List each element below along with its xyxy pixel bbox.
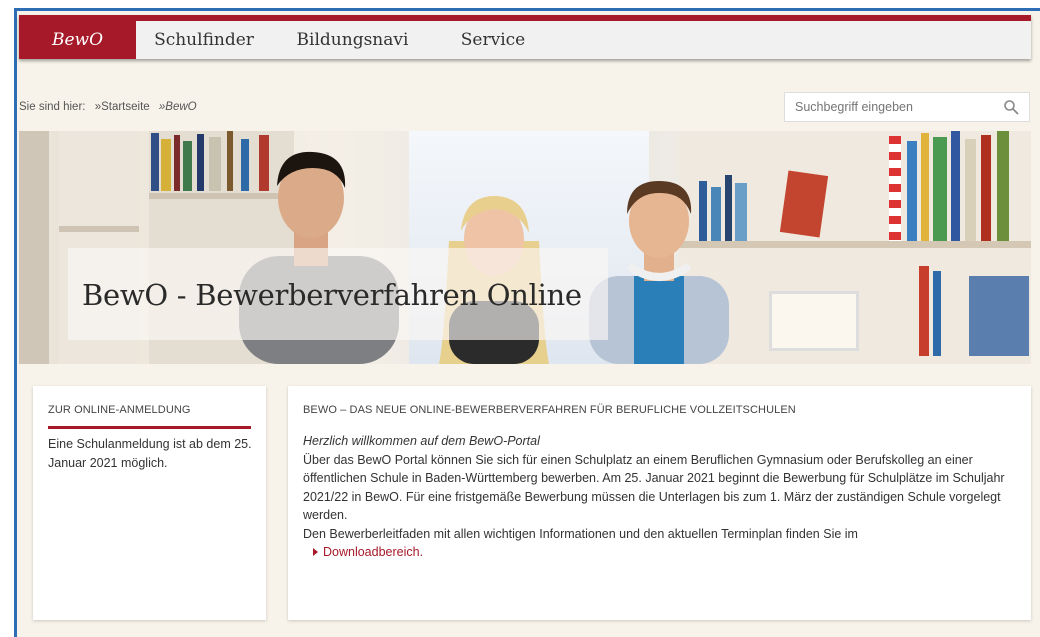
main-content-card: BEWO – DAS NEUE ONLINE-BEWERBERVERFAHREN… — [288, 386, 1031, 620]
download-text: Den Bewerberleitfaden mit allen wichtige… — [303, 526, 858, 541]
heading-divider — [48, 426, 251, 429]
sidebar-card-text: Eine Schulanmeldung ist ab dem 25. Janua… — [48, 437, 252, 470]
breadcrumb: Sie sind hier: »Startseite »BewO — [19, 101, 203, 113]
search-input[interactable] — [785, 93, 985, 121]
breadcrumb-current: »BewO — [158, 101, 197, 113]
search-box — [784, 92, 1030, 122]
nav-item-bewo[interactable]: BewO — [19, 21, 136, 59]
download-link-label[interactable]: Downloadbereich. — [323, 545, 423, 559]
main-card-body: Herzlich willkommen auf dem BewO-Portal … — [303, 432, 1023, 562]
download-area-link[interactable]: Downloadbereich. — [313, 543, 423, 562]
info-paragraph: Über das BewO Portal können Sie sich für… — [303, 452, 1005, 523]
nav-item-bildungsnavi[interactable]: Bildungsnavi — [280, 21, 425, 59]
breadcrumb-home-link[interactable]: »Startseite — [95, 101, 150, 113]
arrow-right-icon — [313, 547, 318, 556]
breadcrumb-prefix: Sie sind hier: — [19, 101, 86, 113]
sidebar-card-heading: ZUR ONLINE-ANMELDUNG — [48, 404, 191, 416]
main-navigation: BewO Schulfinder Bildungsnavi Service — [19, 15, 1031, 59]
welcome-text: Herzlich willkommen auf dem BewO-Portal — [303, 434, 540, 448]
main-card-heading: BEWO – DAS NEUE ONLINE-BEWERBERVERFAHREN… — [303, 404, 796, 416]
nav-item-service[interactable]: Service — [443, 21, 543, 59]
hero-title: BewO - Bewerberverfahren Online — [82, 278, 582, 312]
sidebar-card-online-anmeldung: ZUR ONLINE-ANMELDUNG Eine Schulanmeldung… — [33, 386, 266, 620]
search-icon[interactable] — [1003, 99, 1019, 115]
nav-item-schulfinder[interactable]: Schulfinder — [136, 21, 272, 59]
